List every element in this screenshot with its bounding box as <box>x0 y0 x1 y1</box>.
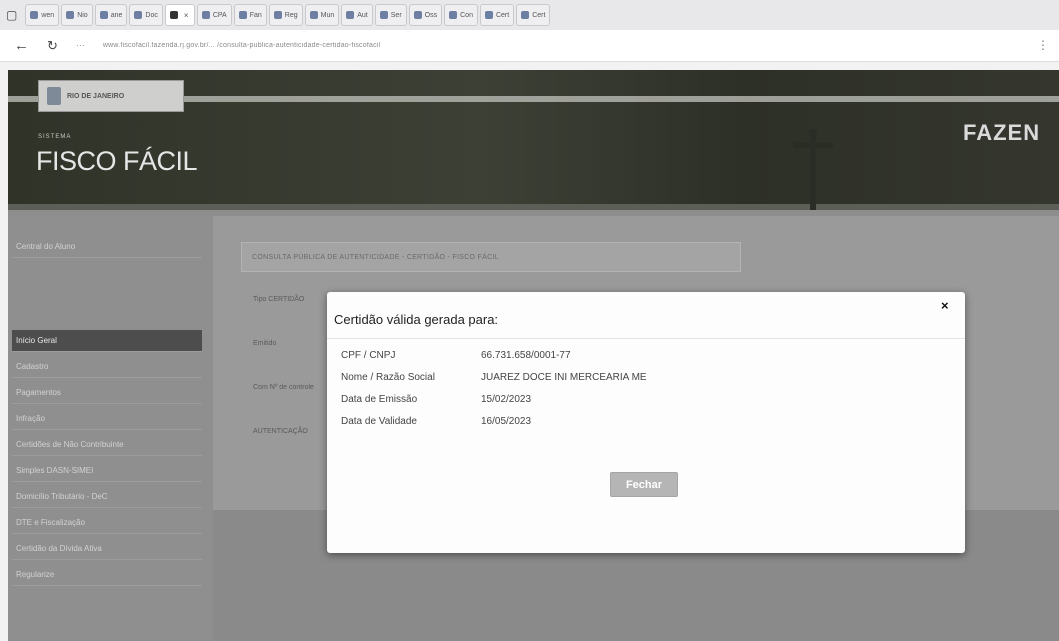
system-label: SISTEMA <box>38 134 72 140</box>
tab-label: Aut <box>357 11 368 19</box>
sidebar-item-domicilio[interactable]: Domicílio Tributário - DeC <box>12 486 202 508</box>
dialog-divider <box>327 338 965 339</box>
browser-tab[interactable]: Con <box>444 4 478 26</box>
favicon-icon <box>169 11 178 19</box>
tab-label: ane <box>110 11 123 19</box>
favicon-icon <box>484 11 493 19</box>
favicon-icon <box>346 11 355 19</box>
browser-menu-icon[interactable]: ⋮ <box>1037 38 1049 52</box>
tab-label: Con <box>460 11 473 19</box>
coat-of-arms-icon <box>47 87 61 105</box>
tab-label: Fan <box>249 11 262 19</box>
detail-row-emissao: Data de Emissão 15/02/2023 <box>341 394 531 405</box>
browser-tab-active[interactable]: × <box>164 4 195 26</box>
detail-label: Nome / Razão Social <box>341 372 435 383</box>
form-label: Com Nº de controle <box>253 384 314 391</box>
close-icon[interactable]: × <box>941 298 949 313</box>
favicon-icon <box>413 11 422 19</box>
dialog-title: Certidão válida gerada para: <box>334 312 499 327</box>
browser-tab[interactable]: Cert <box>479 4 515 26</box>
detail-value: 16/05/2023 <box>481 416 532 427</box>
favicon-icon <box>99 11 108 19</box>
detail-value: JUAREZ DOCE INI MERCEARIA ME <box>481 372 647 383</box>
form-label: Tipo CERTIDÃO <box>253 296 305 303</box>
browser-tab[interactable]: Oss <box>408 4 443 26</box>
browser-tab[interactable]: Nio <box>61 4 93 26</box>
sidebar-item-central[interactable]: Central do Aluno <box>12 236 202 258</box>
favicon-icon <box>449 11 458 19</box>
app-title: FISCO FÁCIL <box>36 146 198 176</box>
tab-label: wen <box>41 11 55 19</box>
favicon-icon <box>238 11 247 19</box>
sidebar: Central do Aluno Início Geral Cadastro P… <box>8 216 213 641</box>
sidebar-item-divida-ativa[interactable]: Certidão da Dívida Ativa <box>12 538 202 560</box>
browser-tab-bar: ▢ wen Nio ane Doc × CPA Fan Reg Mun Aut … <box>0 0 1059 30</box>
org-name: FAZEN <box>963 120 1041 145</box>
tab-label: Cert <box>532 11 546 19</box>
back-arrow-icon[interactable]: ← <box>14 37 29 54</box>
browser-tab[interactable]: Fan <box>233 4 267 26</box>
tab-close-icon[interactable]: × <box>184 11 189 20</box>
detail-label: Data de Emissão <box>341 394 418 405</box>
browser-tab[interactable]: CPA <box>196 4 232 26</box>
sidebar-item-simples[interactable]: Simples DASN-SIMEI <box>12 460 202 482</box>
reload-icon[interactable]: ↻ <box>47 38 58 54</box>
browser-tab[interactable]: Ser <box>374 4 407 26</box>
browser-tab[interactable]: Reg <box>268 4 303 26</box>
state-logo[interactable]: RIO DE JANEIRO <box>38 80 184 112</box>
sidebar-item-pagamentos[interactable]: Pagamentos <box>12 382 202 404</box>
christ-statue-icon <box>793 129 833 210</box>
close-button[interactable]: Fechar <box>610 472 678 497</box>
favicon-icon <box>309 11 318 19</box>
browser-tab[interactable]: wen <box>25 4 60 26</box>
certificate-dialog: Certidão válida gerada para: × CPF / CNP… <box>327 292 965 553</box>
tab-label: Doc <box>145 11 158 19</box>
favicon-icon <box>201 11 210 19</box>
favicon-icon <box>273 11 282 19</box>
sidebar-item-inicio[interactable]: Início Geral <box>12 330 202 352</box>
favicon-icon <box>134 11 143 19</box>
breadcrumb: CONSULTA PÚBLICA DE AUTENTICIDADE - CERT… <box>241 242 741 272</box>
tab-label: Mun <box>320 11 335 19</box>
detail-value: 15/02/2023 <box>481 394 532 405</box>
browser-address-bar: ← ↻ ⋯ www.fiscofacil.fazenda.rj.gov.br/.… <box>0 30 1059 62</box>
detail-value: 66.731.658/0001-77 <box>481 350 571 361</box>
detail-row-cpf-cnpj: CPF / CNPJ 66.731.658/0001-77 <box>341 350 571 361</box>
browser-tab[interactable]: Mun <box>304 4 340 26</box>
browser-tab[interactable]: Aut <box>341 4 373 26</box>
form-label: Emitido <box>253 340 277 347</box>
tab-label: CPA <box>212 11 227 19</box>
tab-label: Reg <box>284 11 298 19</box>
tab-label: Nio <box>77 11 88 19</box>
favicon-icon <box>379 11 388 19</box>
sidebar-toggle-icon[interactable]: ▢ <box>6 8 17 22</box>
tab-label: Cert <box>495 11 510 19</box>
favicon-icon <box>521 11 530 19</box>
detail-row-nome: Nome / Razão Social JUAREZ DOCE INI MERCE… <box>341 372 647 383</box>
detail-label: CPF / CNPJ <box>341 350 396 361</box>
detail-label: Data de Validade <box>341 416 417 427</box>
url-field[interactable]: www.fiscofacil.fazenda.rj.gov.br/... /co… <box>103 42 803 49</box>
site-info-icon[interactable]: ⋯ <box>76 40 85 51</box>
sidebar-item-regularize[interactable]: Regularize <box>12 564 202 586</box>
detail-row-validade: Data de Validade 16/05/2023 <box>341 416 531 427</box>
sidebar-item-infracao[interactable]: Infração <box>12 408 202 430</box>
sidebar-item-dte[interactable]: DTE e Fiscalização <box>12 512 202 534</box>
site-header: RIO DE JANEIRO SISTEMA FISCO FÁCIL FAZEN <box>8 70 1059 210</box>
browser-tab[interactable]: Cert <box>516 4 551 26</box>
browser-tab[interactable]: ane <box>94 4 128 26</box>
browser-tab[interactable]: Doc <box>129 4 163 26</box>
sidebar-item-cadastro[interactable]: Cadastro <box>12 356 202 378</box>
form-label: AUTENTICAÇÃO <box>253 428 308 435</box>
favicon-icon <box>66 11 75 19</box>
screenshot: ▢ wen Nio ane Doc × CPA Fan Reg Mun Aut … <box>0 0 1059 641</box>
tab-label: Oss <box>424 11 438 19</box>
favicon-icon <box>30 11 39 19</box>
sidebar-item-certidoes[interactable]: Certidões de Não Contribuinte <box>12 434 202 456</box>
logo-text: RIO DE JANEIRO <box>67 92 125 100</box>
tab-label: Ser <box>390 11 402 19</box>
